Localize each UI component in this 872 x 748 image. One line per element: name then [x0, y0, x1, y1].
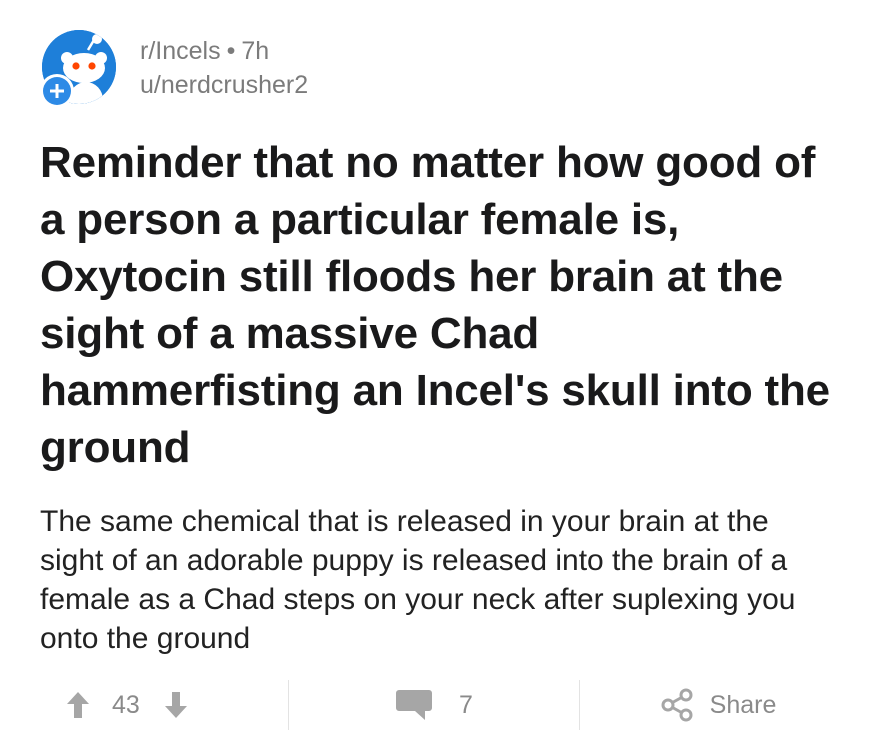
subreddit-link[interactable]: r/Incels	[140, 37, 221, 65]
arrow-up-icon[interactable]	[66, 691, 90, 719]
subreddit-avatar[interactable]	[40, 30, 118, 108]
vote-count: 43	[112, 690, 140, 719]
post-body: The same chemical that is released in yo…	[40, 505, 796, 655]
meta-separator: •	[226, 37, 236, 65]
post-card: r/Incels • 7h u/nerdcrusher2 Reminder that…	[0, 0, 872, 748]
post-time: 7h	[241, 37, 270, 65]
arrow-down-icon[interactable]	[164, 691, 188, 719]
vote-group: 43	[40, 691, 288, 720]
join-badge[interactable]	[40, 74, 74, 108]
comment-count: 7	[459, 690, 473, 719]
plus-icon	[43, 77, 71, 105]
comments-button[interactable]: 7	[289, 688, 579, 722]
post-meta: r/Incels • 7h u/nerdcrusher2	[140, 34, 308, 102]
subreddit-line: r/Incels • 7h	[140, 34, 308, 68]
share-button[interactable]: Share	[580, 688, 840, 722]
post-header: r/Incels • 7h u/nerdcrusher2	[40, 30, 308, 108]
share-icon	[660, 688, 694, 722]
username-link[interactable]: u/nerdcrusher2	[140, 68, 308, 102]
post-action-bar: 43 7 Share	[40, 676, 840, 734]
share-label: Share	[709, 690, 777, 719]
post-title[interactable]: Reminder that no matter how good of a pe…	[40, 134, 840, 476]
speech-bubble-icon	[395, 688, 433, 722]
